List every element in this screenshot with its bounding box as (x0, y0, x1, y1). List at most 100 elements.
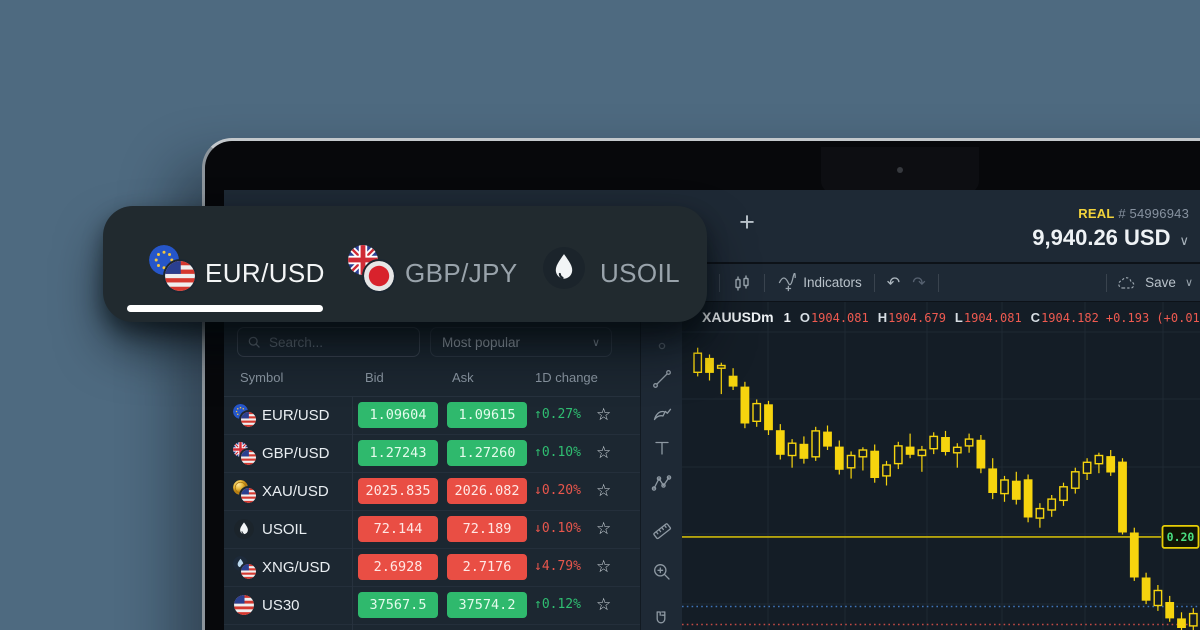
account-type-badge: REAL (1078, 206, 1114, 221)
star-icon[interactable]: ☆ (596, 405, 611, 425)
search-input[interactable] (267, 334, 410, 351)
divider (938, 274, 939, 292)
change-label: ↑0.12% (534, 597, 581, 612)
eur-usd-flags-icon (149, 245, 195, 293)
divider (764, 274, 765, 292)
watchlist-panel: Most popular ∨ Symbol Bid Ask 1D change … (224, 302, 640, 630)
table-row[interactable]: GBP/USD 1.27243 1.27260 ↑0.10% ☆ (224, 435, 640, 473)
divider (719, 274, 720, 292)
instrument-icon (233, 556, 256, 579)
symbol-label: XAU/USD (262, 483, 329, 500)
instrument-switcher: EUR/USD GBP/JPY USOIL (103, 206, 707, 322)
ask-cell[interactable]: 37574.2 (447, 592, 527, 618)
tool-pattern-icon[interactable] (651, 472, 673, 494)
symbol-label: XNG/USD (262, 559, 330, 576)
table-row[interactable]: USOIL 72.144 72.189 ↓0.10% ☆ (224, 511, 640, 549)
chevron-down-icon: ∨ (592, 336, 600, 349)
chart-change: +0.193 (+0.01%) (1106, 311, 1200, 325)
bid-cell[interactable]: 1.09604 (358, 402, 438, 428)
change-label: ↓0.10% (534, 521, 581, 536)
candle-chart-type-icon[interactable] (732, 273, 752, 293)
drawing-toolbar (640, 302, 684, 630)
divider (352, 397, 353, 630)
change-label: ↓4.79% (534, 559, 581, 574)
col-change: 1D change (535, 370, 598, 385)
tool-zoom-in-icon[interactable] (651, 561, 673, 583)
watchlist-rows: EUR/USD 1.09604 1.09615 ↑0.27% ☆ GBP/USD… (224, 397, 640, 630)
add-instrument-button[interactable]: + (732, 208, 762, 238)
symbol-label: US30 (262, 597, 300, 614)
filter-value: Most popular (442, 335, 520, 350)
change-label: ↑0.10% (534, 445, 581, 460)
instrument-icon (233, 480, 256, 503)
ask-cell[interactable]: 1.09615 (447, 402, 527, 428)
ask-cell[interactable]: 2026.082 (447, 478, 527, 504)
chart-symbol: XAUUSDm (702, 309, 774, 325)
bid-cell[interactable]: 1.27243 (358, 440, 438, 466)
bid-cell[interactable]: 37567.5 (358, 592, 438, 618)
account-balance: 9,940.26 USD (1032, 225, 1170, 250)
change-label: ↓0.20% (534, 483, 581, 498)
bid-cell[interactable]: 2.6928 (358, 554, 438, 580)
instrument-icon (233, 442, 256, 465)
table-row[interactable]: XNG/USD 2.6928 2.7176 ↓4.79% ☆ (224, 549, 640, 587)
tool-ruler-icon[interactable] (651, 520, 673, 542)
star-icon[interactable]: ☆ (596, 481, 611, 501)
star-icon[interactable]: ☆ (596, 519, 611, 539)
ask-cell[interactable]: 2.7176 (447, 554, 527, 580)
bid-cell[interactable]: 72.144 (358, 516, 438, 542)
instrument-icon (233, 518, 256, 541)
star-icon[interactable]: ☆ (596, 443, 611, 463)
table-row[interactable]: EUR/USD 1.09604 1.09615 ↑0.27% ☆ (224, 397, 640, 435)
symbol-label: USOIL (262, 521, 307, 538)
account-balance-dropdown[interactable]: 9,940.26 USD ∨ (1032, 225, 1189, 251)
camera-dot (897, 167, 903, 173)
cloud-save-icon (1116, 273, 1136, 293)
search-box[interactable] (237, 327, 420, 357)
camera-notch (821, 147, 979, 193)
tab-gbpjpy[interactable]: GBP/JPY (348, 206, 558, 322)
bid-cell[interactable]: 2025.835 (358, 478, 438, 504)
oil-icon (543, 247, 585, 294)
table-row[interactable]: US30 37567.5 37574.2 ↑0.12% ☆ (224, 587, 640, 625)
chart-area[interactable]: 0.20 XAUUSDm1O1904.081H1904.679L1904.081… (682, 302, 1200, 630)
tool-brush-icon[interactable] (651, 403, 673, 425)
chevron-down-icon[interactable]: ∨ (1185, 276, 1193, 289)
col-ask: Ask (452, 370, 474, 385)
indicators-icon (777, 273, 797, 293)
tab-usoil[interactable]: USOIL (543, 206, 707, 322)
change-label: ↑0.27% (534, 407, 581, 422)
save-button[interactable]: Save (1145, 275, 1176, 290)
col-symbol: Symbol (240, 370, 283, 385)
svg-text:0.20: 0.20 (1167, 530, 1195, 544)
tool-magnet-icon[interactable] (651, 608, 673, 630)
instrument-icon (233, 594, 256, 617)
filter-dropdown[interactable]: Most popular ∨ (430, 327, 612, 357)
star-icon[interactable]: ☆ (596, 557, 611, 577)
tool-trend-line-icon[interactable] (651, 368, 673, 390)
instrument-icon (233, 404, 256, 427)
undo-icon[interactable]: ↶ (887, 273, 900, 293)
divider (874, 274, 875, 292)
gbp-jpy-flags-icon (348, 245, 394, 293)
col-bid: Bid (365, 370, 384, 385)
account-info: REAL # 54996943 9,940.26 USD ∨ (1032, 206, 1189, 251)
indicators-button[interactable]: Indicators (777, 273, 862, 293)
star-icon[interactable]: ☆ (596, 595, 611, 615)
account-number: # 54996943 (1118, 206, 1189, 221)
search-icon (247, 335, 261, 349)
table-row[interactable] (224, 625, 640, 630)
table-row[interactable]: XAU/USD 2025.835 2026.082 ↓0.20% ☆ (224, 473, 640, 511)
ask-cell[interactable]: 72.189 (447, 516, 527, 542)
symbol-label: GBP/USD (262, 445, 330, 462)
ask-cell[interactable]: 1.27260 (447, 440, 527, 466)
tool-text-icon[interactable] (651, 437, 673, 459)
table-header: Symbol Bid Ask 1D change (224, 370, 640, 390)
redo-icon[interactable]: ↷ (912, 273, 925, 293)
symbol-label: EUR/USD (262, 407, 330, 424)
active-tab-underline (127, 305, 323, 312)
divider (1106, 274, 1107, 292)
page: + REAL # 54996943 9,940.26 USD∨ m (0, 0, 1200, 630)
chevron-down-icon: ∨ (1179, 233, 1189, 248)
ohlc-readout: XAUUSDm1O1904.081H1904.679L1904.081C1904… (702, 309, 1200, 325)
